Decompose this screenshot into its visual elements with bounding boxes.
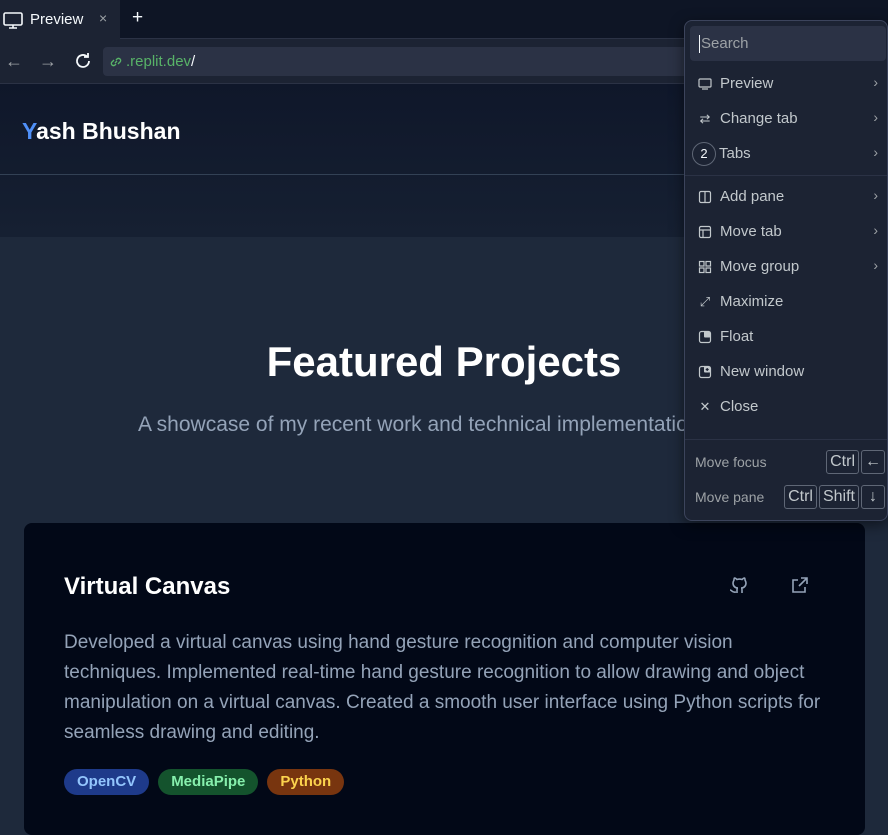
monitor-icon [698,77,712,91]
arrow-left-key: ← [861,450,885,474]
url-domain: .replit.dev [126,53,192,70]
url-path: / [191,53,196,70]
new-window-icon [698,365,712,379]
menu-item-preview[interactable]: Preview › [685,66,887,101]
tab-title: Preview [30,11,84,28]
project-description: Developed a virtual canvas using hand ge… [64,632,821,743]
ctrl-key: Ctrl [826,450,859,474]
site-logo[interactable]: Yash Bhushan [22,118,181,145]
layout-icon [698,225,712,239]
section-subheading: A showcase of my recent work and technic… [138,413,710,436]
close-icon: ✕ [699,398,711,414]
tech-tags: OpenCV MediaPipe Python [64,769,345,795]
chevron-right-icon: › [873,144,878,160]
chevron-right-icon: › [873,257,878,273]
pane-context-menu: Search Preview › ⇄ Change tab › 2 Tabs › Ad… [684,20,888,521]
back-arrow-icon[interactable]: ← [5,51,23,72]
reload-icon[interactable] [73,51,93,71]
grid-icon [698,260,712,274]
shortcut-move-focus: Move focus Ctrl ← [695,449,885,475]
menu-item-change-tab[interactable]: ⇄ Change tab › [685,101,887,136]
menu-item-close[interactable]: ✕ Close [685,389,887,424]
tag-python: Python [267,769,345,795]
tab-close-icon[interactable]: × [99,10,107,26]
chevron-right-icon: › [873,74,878,90]
monitor-icon [3,11,23,29]
new-tab-button[interactable]: + [132,7,143,29]
swap-icon: ⇄ [699,110,711,126]
url-input[interactable]: .replit.dev / [103,47,703,76]
chevron-right-icon: › [873,187,878,203]
chevron-right-icon: › [873,109,878,125]
menu-item-move-tab[interactable]: Move tab › [685,214,887,249]
tag-mediapipe: MediaPipe [158,769,259,795]
split-pane-icon [698,190,712,204]
github-icon[interactable] [729,575,749,595]
menu-item-tabs[interactable]: 2 Tabs › [685,136,887,171]
menu-item-new-window[interactable]: New window [685,354,887,389]
arrow-down-key: ↓ [861,485,885,509]
maximize-icon: ⤢ [699,293,711,309]
menu-item-maximize[interactable]: ⤢ Maximize [685,284,887,319]
link-icon [110,57,122,66]
tab-preview[interactable]: Preview × [0,0,120,39]
tag-opencv: OpenCV [64,769,150,795]
external-link-icon[interactable] [790,575,810,595]
shift-key: Shift [818,485,859,509]
chevron-right-icon: › [873,222,878,238]
menu-item-add-pane[interactable]: Add pane › [685,179,887,214]
shortcut-move-pane: Move pane Ctrl Shift ↓ [695,484,885,510]
menu-search-input[interactable]: Search [690,26,886,61]
menu-item-move-group[interactable]: Move group › [685,249,887,284]
menu-item-float[interactable]: Float [685,319,887,354]
tab-count-badge: 2 [692,141,716,166]
project-card: Virtual Canvas Developed a virtual canva… [24,523,865,835]
project-title: Virtual Canvas [64,573,231,600]
ctrl-key: Ctrl [784,485,817,509]
float-icon [698,330,712,344]
forward-arrow-icon[interactable]: → [39,51,57,72]
